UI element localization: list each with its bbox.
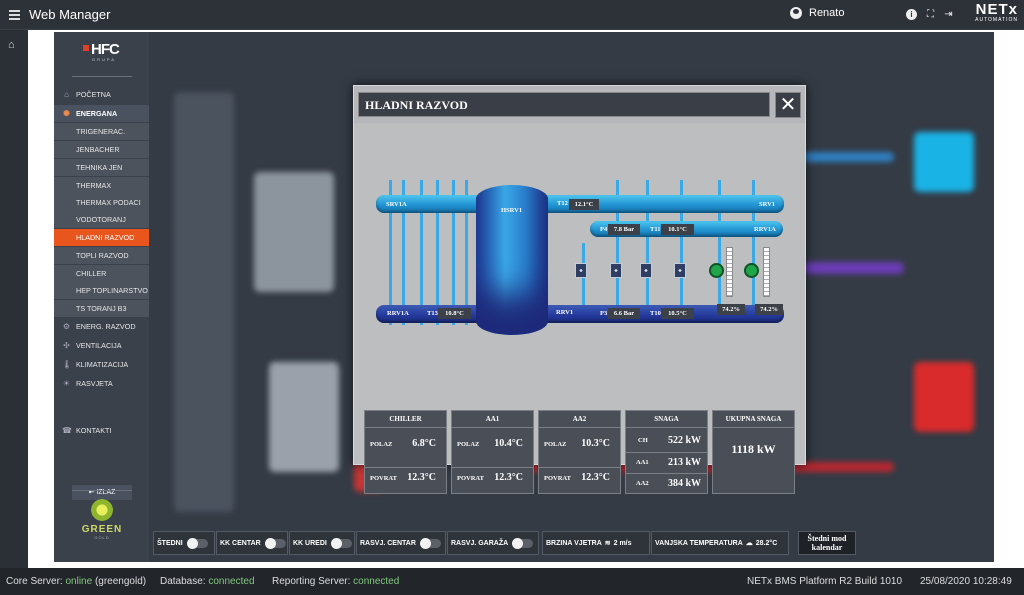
kk-uredi-switch[interactable] — [330, 537, 352, 549]
pump-icon[interactable] — [575, 263, 587, 278]
pump-icon[interactable] — [640, 263, 652, 278]
sidebar-item-jenbacher[interactable]: JENBACHER — [54, 141, 149, 158]
aa1-card: AA1 POLAZ 10.4°C POVRAT 12.3°C — [451, 410, 534, 494]
pump-icon[interactable] — [674, 263, 686, 278]
valve-2-value: 74.2% — [755, 304, 783, 315]
fullscreen-icon[interactable]: ⛶ — [925, 9, 936, 20]
dialog-title: HLADNI RAZVOD — [365, 98, 468, 112]
sidebar-item-trigenerac[interactable]: TRIGENERAC. — [54, 123, 149, 140]
rasvj-centar-switch[interactable] — [419, 537, 441, 549]
kk-centar-switch[interactable] — [264, 537, 286, 549]
toggle-rasvj-centar: RASVJ. CENTAR — [356, 531, 446, 555]
hladni-razvod-dialog: HLADNI RAZVOD ✕ SRV1A SRV1 HSRV1 T12 12.… — [353, 85, 806, 494]
pump-icon[interactable] — [610, 263, 622, 278]
stedni-switch[interactable] — [186, 537, 208, 549]
running-pump-icon[interactable] — [709, 263, 724, 278]
ukupna-snaga-card: UKUPNA SNAGA 1118 kW — [712, 410, 795, 494]
sidebar-item-hep-toplinarstvo[interactable]: HEP TOPLINARSTVO — [54, 282, 149, 299]
sidebar-item-kontakti[interactable]: ☎ KONTAKTI — [54, 422, 149, 439]
sidebar-item-tehnika-jen[interactable]: TEHNIKA JEN — [54, 159, 149, 176]
chiller-card: CHILLER POLAZ 6.8°C POVRAT 12.3°C — [364, 410, 447, 494]
home-icon[interactable]: ⌂ — [8, 39, 15, 51]
t12-value: 12.1°C — [569, 199, 599, 210]
greengold-logo: GREEN GOLD — [70, 495, 134, 555]
sidebar-item-klimatizacija[interactable]: 🌡 KLIMATIZACIJA — [54, 356, 149, 373]
aa2-card: AA2 POLAZ 10.3°C POVRAT 12.3°C — [538, 410, 621, 494]
valve-gauge — [763, 247, 770, 297]
sidebar-item-pocetna[interactable]: ⌂ POČETNA — [54, 86, 149, 103]
toggle-kk-uredi: KK UREDI — [289, 531, 355, 555]
valve-gauge — [726, 247, 733, 297]
app-title: Web Manager — [29, 7, 111, 22]
datetime: 25/08/2020 10:28:49 — [920, 576, 1012, 587]
calendar-button[interactable]: Štedni mod kalendar — [798, 531, 856, 555]
user-icon — [790, 7, 802, 19]
sidebar-item-topli-razvod[interactable]: TOPLI RAZVOD — [54, 247, 149, 264]
sidebar-item-thermax[interactable]: THERMAX — [54, 177, 149, 194]
sidebar-item-vodotoranj[interactable]: VODOTORANJ — [54, 211, 149, 228]
sun-icon: ✺ — [63, 109, 70, 118]
close-button[interactable]: ✕ — [775, 92, 801, 118]
toggle-rasvj-garaza: RASVJ. GARAŽA — [447, 531, 539, 555]
sidebar-item-thermax-podaci[interactable]: THERMAX PODACI — [54, 194, 149, 211]
toggle-stedni: ŠTEDNI — [153, 531, 215, 555]
t11-value: 10.1°C — [661, 224, 694, 235]
sidebar-item-energana[interactable]: ✺ ENERGANA — [54, 105, 149, 122]
sidebar-item-hladni-razvod[interactable]: HLADNI RAZVOD — [54, 229, 149, 246]
t13-value: 10.8°C — [438, 308, 471, 319]
sidebar-item-ventilacija[interactable]: ✣ VENTILACIJA — [54, 337, 149, 354]
build-info: NETx BMS Platform R2 Build 1010 — [747, 576, 903, 587]
top-bar: Web Manager Renato i ⛶ ⇥ NETx AUTOMATION — [0, 0, 1024, 30]
valve-1-value: 74.2% — [717, 304, 745, 315]
dialog-body: SRV1A SRV1 HSRV1 T12 12.1°C P4 7.8 Bar T… — [354, 123, 805, 494]
left-strip: ⌂ — [0, 30, 28, 568]
gear-icon: ⚙ — [62, 322, 71, 331]
sidebar-item-rasvjeta[interactable]: ☀ RASVJETA — [54, 375, 149, 392]
fan-icon: ✣ — [63, 341, 70, 350]
contacts-icon: ☎ — [62, 426, 72, 435]
dialog-header: HLADNI RAZVOD — [358, 92, 770, 117]
sidebar-item-ts-toranj-b3[interactable]: TS TORANJ B3 — [54, 300, 149, 317]
thermometer-icon: 🌡 — [62, 360, 73, 369]
running-pump-icon[interactable] — [744, 263, 759, 278]
status-bar: Core Server: online (greengold) Database… — [0, 568, 1024, 595]
sidebar-item-energ-razvod[interactable]: ⚙ ENERG. RAZVOD — [54, 318, 149, 335]
sidebar-item-chiller[interactable]: CHILLER — [54, 265, 149, 282]
info-icon[interactable]: i — [906, 9, 917, 20]
toggle-kk-centar: KK CENTAR — [216, 531, 288, 555]
user-name: Renato — [809, 7, 845, 19]
t10-value: 10.5°C — [661, 308, 694, 319]
snaga-card: SNAGA CH 522 kW AA1 213 kW AA2 384 kW — [625, 410, 708, 494]
menu-icon[interactable] — [9, 9, 21, 20]
sidebar: HFC GRUPA ⌂ POČETNA ✺ ENERGANA TRIGENERAC. … — [54, 32, 149, 562]
p3-value: 6.6 Bar — [608, 308, 640, 319]
netx-logo: NETx AUTOMATION — [975, 1, 1018, 23]
light-icon: ☀ — [62, 379, 71, 388]
p4-value: 7.8 Bar — [608, 224, 640, 235]
rasvj-garaza-switch[interactable] — [512, 537, 534, 549]
logout-icon[interactable]: ⇥ — [943, 9, 954, 20]
hfc-logo: HFC GRUPA — [79, 41, 129, 67]
home-icon: ⌂ — [64, 90, 69, 99]
wind-speed: BRZINA VJETRA ≋ 2 m/s — [542, 531, 650, 555]
wind-icon: ≋ — [604, 540, 611, 547]
bottom-controls: ŠTEDNI KK CENTAR KK UREDI RASVJ. CENTAR … — [153, 531, 993, 558]
cloud-icon: ☁ — [745, 540, 753, 547]
outside-temperature: VANJSKA TEMPERATURA ☁ 28.2°C — [651, 531, 789, 555]
close-icon: ✕ — [779, 94, 797, 116]
user-menu[interactable]: Renato — [790, 7, 844, 19]
